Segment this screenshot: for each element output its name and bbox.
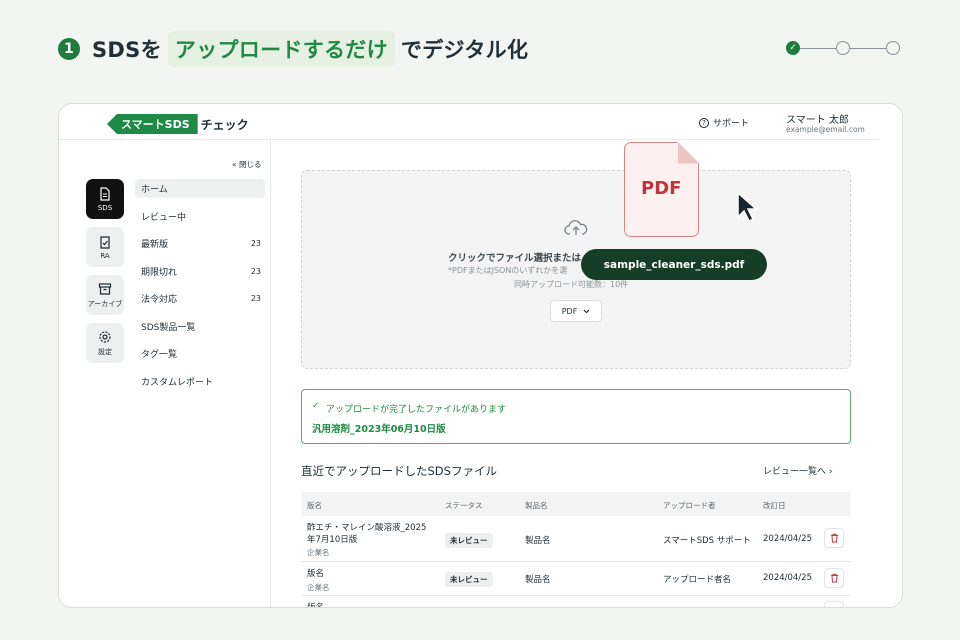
row-company: 企業名 bbox=[307, 583, 330, 592]
dragging-file-name-pill: sample_cleaner_sds.pdf bbox=[581, 249, 767, 280]
nav-item-products[interactable]: SDS製品一覧 bbox=[135, 317, 265, 336]
rail-label: RA bbox=[100, 251, 110, 260]
row-name: 版名 bbox=[307, 569, 325, 579]
table-row[interactable]: 版名 企業名 未レビュー 製品名 アップロード者名 2024/04/25 bbox=[301, 562, 851, 596]
headline-highlight: アップロードするだけ bbox=[167, 31, 395, 67]
logo-tag: スマートSDS bbox=[107, 114, 198, 134]
cursor-icon bbox=[737, 191, 758, 223]
nav-count: 23 bbox=[250, 239, 261, 248]
column-header: 製品名 bbox=[525, 501, 548, 510]
clipboard-check-icon bbox=[100, 235, 110, 249]
row-product: 製品名 bbox=[525, 575, 551, 585]
alert-title: アップロードが完了したファイルがあります bbox=[326, 405, 507, 415]
gear-icon bbox=[99, 330, 111, 343]
rail-ra-button[interactable]: RA bbox=[86, 227, 124, 267]
app-window: スマートSDS チェック ? サポート スマート 太郎 example@emai… bbox=[58, 103, 903, 608]
nav-item-latest[interactable]: 最新版 23 bbox=[135, 234, 265, 253]
stepper-line bbox=[850, 47, 886, 49]
column-header: ステータス bbox=[445, 501, 483, 510]
cloud-upload-icon bbox=[564, 220, 588, 235]
dropzone-instruction: クリックでファイル選択または bbox=[448, 253, 582, 264]
nav-item-review[interactable]: レビュー中 bbox=[135, 207, 265, 226]
upload-success-alert: ✓ アップロードが完了したファイルがあります 汎用溶剤_2023年06月10日版 bbox=[301, 389, 851, 444]
archive-icon bbox=[98, 282, 112, 295]
column-header: 改訂日 bbox=[763, 501, 786, 510]
close-nav-button[interactable]: « 閉じる bbox=[232, 159, 261, 170]
row-date: 2024/04/25 bbox=[763, 573, 812, 583]
format-select[interactable]: PDF bbox=[550, 300, 602, 322]
nav-item-tags[interactable]: タグ一覧 bbox=[135, 344, 265, 363]
format-select-value: PDF bbox=[561, 306, 578, 316]
dropzone-limit-note: 同時アップロード可能数：10件 bbox=[514, 280, 629, 289]
support-icon: ? bbox=[699, 117, 709, 128]
app-logo[interactable]: スマートSDS チェック bbox=[107, 114, 249, 134]
nav-item-expired[interactable]: 期限切れ 23 bbox=[135, 262, 265, 281]
support-label: サポート bbox=[713, 119, 750, 129]
rail-label: SDS bbox=[97, 203, 113, 212]
row-name: 版名 bbox=[307, 603, 325, 608]
rail-sds-button[interactable]: SDS bbox=[86, 179, 124, 219]
document-icon bbox=[100, 186, 110, 201]
sidebar-divider bbox=[270, 140, 271, 607]
table-header: 版名 ステータス 製品名 アップロード者 改訂日 bbox=[301, 492, 851, 516]
recent-uploads-title: 直近でアップロードしたSDSファイル bbox=[301, 464, 497, 478]
status-badge: 未レビュー bbox=[445, 572, 493, 587]
nav-item-custom-report[interactable]: カスタムレポート bbox=[135, 372, 265, 391]
step-3-dot bbox=[886, 41, 900, 55]
check-icon: ✓ bbox=[312, 401, 320, 411]
progress-stepper: ✓ bbox=[786, 40, 900, 56]
nav-item-regulation[interactable]: 法令対応 23 bbox=[135, 289, 265, 308]
row-company: 企業名 bbox=[307, 548, 330, 557]
rail-settings-button[interactable]: 設定 bbox=[86, 323, 124, 363]
step-2-dot bbox=[836, 41, 850, 55]
table-row[interactable]: 版名 bbox=[301, 596, 851, 608]
nav-item-home[interactable]: ホーム bbox=[135, 179, 265, 198]
row-uploader: スマートSDS サポート bbox=[663, 536, 751, 546]
trash-icon bbox=[830, 573, 838, 583]
headline-suffix: でデジタル化 bbox=[400, 38, 529, 62]
stepper-line bbox=[800, 47, 836, 49]
upload-dropzone[interactable]: クリックでファイル選択または *PDFまたはJSONのいずれかを選 同時アップロ… bbox=[301, 170, 851, 369]
delete-button[interactable] bbox=[824, 601, 844, 607]
rail-label: アーカイブ bbox=[87, 299, 123, 308]
row-product: 製品名 bbox=[525, 536, 551, 546]
dragging-pdf-file: PDF bbox=[624, 141, 700, 237]
user-email: example@email.com bbox=[786, 125, 865, 134]
delete-button[interactable] bbox=[824, 568, 844, 588]
app-header: スマートSDS チェック ? サポート スマート 太郎 example@emai… bbox=[59, 104, 879, 140]
dropzone-format-note: *PDFまたはJSONのいずれかを選 bbox=[448, 266, 568, 275]
support-link[interactable]: ? サポート bbox=[699, 116, 749, 129]
row-uploader: アップロード者名 bbox=[663, 575, 732, 585]
user-name[interactable]: スマート 太郎 bbox=[786, 111, 849, 126]
step-1-done-check-icon: ✓ bbox=[786, 41, 800, 55]
column-header: 版名 bbox=[307, 501, 322, 510]
chevron-down-icon bbox=[583, 309, 590, 313]
alert-file-link[interactable]: 汎用溶剤_2023年06月10日版 bbox=[312, 421, 446, 435]
rail-archive-button[interactable]: アーカイブ bbox=[86, 275, 124, 315]
delete-button[interactable] bbox=[824, 528, 844, 548]
rail-label: 設定 bbox=[98, 347, 112, 356]
row-name: 酢エチ・マレイン酸溶液_2025 bbox=[307, 523, 427, 533]
logo-text: チェック bbox=[200, 117, 249, 132]
row-name-cont: 年7月10日版 bbox=[307, 535, 358, 545]
pdf-label: PDF bbox=[641, 178, 682, 199]
trash-icon bbox=[830, 533, 838, 543]
nav-count: 23 bbox=[250, 267, 261, 276]
column-header: アップロード者 bbox=[663, 501, 716, 510]
step-number-badge: 1 bbox=[58, 38, 80, 60]
review-list-link[interactable]: レビュー一覧へ › bbox=[763, 464, 832, 477]
table-row[interactable]: 酢エチ・マレイン酸溶液_2025 年7月10日版 企業名 未レビュー 製品名 ス… bbox=[301, 516, 851, 562]
page-headline: 1 SDSを アップロードするだけ でデジタル化 bbox=[58, 30, 528, 68]
headline-prefix: SDSを bbox=[92, 38, 162, 62]
status-badge: 未レビュー bbox=[445, 533, 493, 548]
row-date: 2024/04/25 bbox=[763, 534, 812, 544]
nav-count: 23 bbox=[250, 294, 261, 303]
